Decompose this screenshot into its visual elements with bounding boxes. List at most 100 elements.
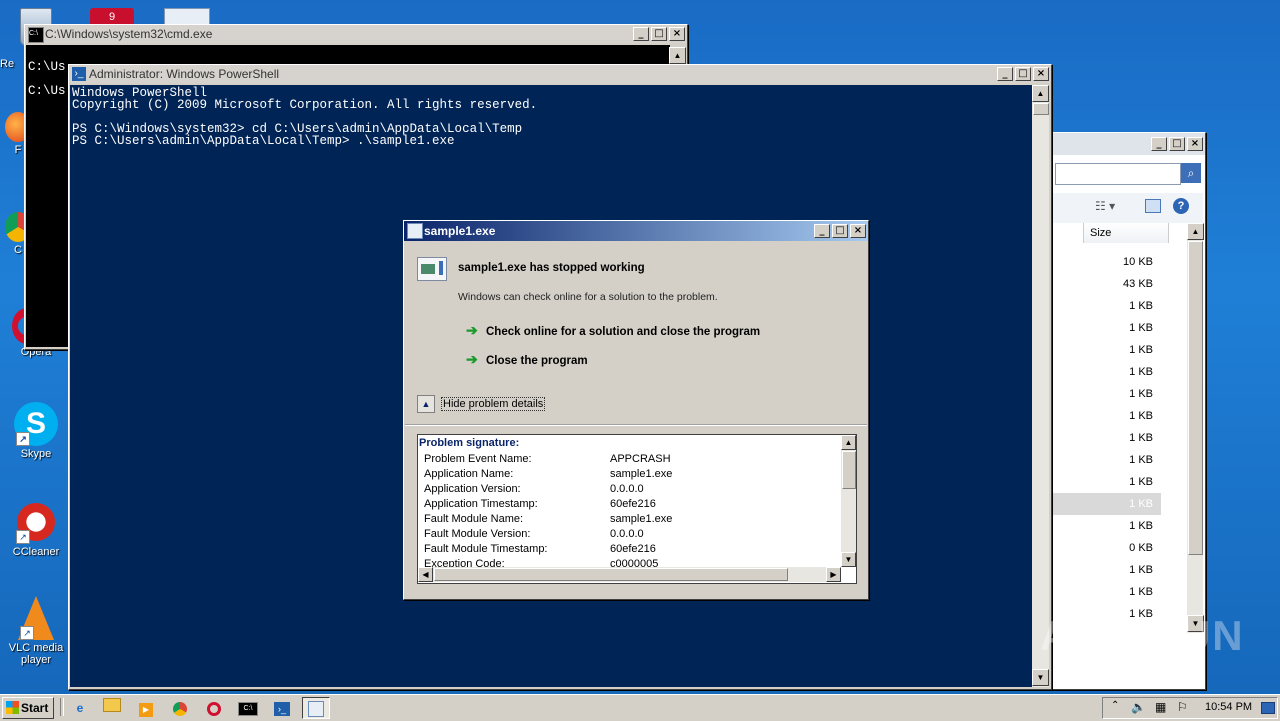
explorer-search-input[interactable]	[1055, 163, 1181, 185]
column-header-size[interactable]: Size	[1083, 223, 1169, 243]
desktop-icon-label: VLC media player	[8, 642, 64, 666]
scroll-up-arrow[interactable]: ▲	[669, 47, 686, 64]
shortcut-arrow-icon: ↗	[16, 432, 30, 446]
scroll-up-arrow[interactable]: ▲	[1032, 85, 1049, 102]
hide-details-link[interactable]: Hide problem details	[441, 397, 546, 411]
signature-value: APPCRASH	[610, 453, 671, 465]
maximize-button[interactable]: □	[832, 224, 848, 238]
view-options-icon[interactable]: ☷ ▾	[1095, 199, 1115, 213]
signature-key: Fault Module Name:	[424, 513, 524, 525]
volume-icon[interactable]: 🔈	[1131, 700, 1146, 714]
file-size-row[interactable]: 1 KB	[1051, 581, 1161, 603]
file-size-row[interactable]: 1 KB	[1051, 405, 1161, 427]
signature-row: Problem Event Name: APPCRASH	[424, 452, 671, 467]
file-size-row[interactable]: 43 KB	[1051, 273, 1161, 295]
search-icon[interactable]: ⌕	[1181, 163, 1201, 183]
collapse-details-button[interactable]: ▲	[417, 395, 435, 413]
show-desktop-icon[interactable]	[1261, 702, 1275, 714]
signature-key: Fault Module Timestamp:	[424, 543, 548, 555]
file-size-row[interactable]: 1 KB	[1051, 471, 1161, 493]
desktop-icon-vlc[interactable]: ↗ VLC media player	[4, 596, 68, 666]
close-button[interactable]: ×	[1187, 137, 1203, 151]
explorer-titlebar[interactable]: _ □ ×	[1051, 133, 1205, 155]
shortcut-arrow-icon: ↗	[16, 530, 30, 544]
close-button[interactable]: ×	[850, 224, 866, 238]
desktop-icon-label: C	[14, 244, 22, 256]
file-size-row[interactable]: 1 KB	[1051, 493, 1161, 515]
explorer-window[interactable]: _ □ × ⌕ ☷ ▾ ? Size 10 KB 43 KB 1 KB 1 KB 1 K…	[1050, 132, 1206, 690]
file-size-row[interactable]: 0 KB	[1051, 537, 1161, 559]
file-size-list: 10 KB 43 KB 1 KB 1 KB 1 KB 1 KB 1 KB 1 KB 1 KB 1 …	[1051, 251, 1187, 631]
powershell-line: Copyright (C) 2009 Microsoft Corporation…	[72, 98, 538, 112]
file-size-row[interactable]: 10 KB	[1051, 251, 1161, 273]
scroll-up-arrow[interactable]: ▲	[841, 435, 856, 450]
scroll-thumb[interactable]	[1188, 241, 1203, 555]
signature-title: Problem signature:	[419, 437, 520, 449]
file-size-row[interactable]: 1 KB	[1051, 295, 1161, 317]
media-player-icon[interactable]: ▶	[132, 697, 160, 719]
file-size-row[interactable]: 1 KB	[1051, 427, 1161, 449]
opera-icon[interactable]	[200, 697, 228, 719]
vlc-icon: ↗	[18, 596, 54, 640]
clock[interactable]: 10:54 PM	[1205, 701, 1252, 713]
problem-details-box[interactable]: Problem signature: Problem Event Name: AP…	[417, 434, 857, 584]
cmd-taskbar-button[interactable]: C:\	[234, 697, 262, 719]
chrome-icon[interactable]	[166, 697, 194, 719]
powershell-scrollbar[interactable]: ▲ ▼	[1032, 85, 1049, 687]
tray-expand-icon[interactable]: ⌃	[1111, 700, 1119, 711]
windows-logo-icon	[6, 701, 19, 714]
scroll-right-arrow[interactable]: ▶	[826, 567, 841, 582]
desktop-icon-ccleaner[interactable]: ↗ CCleaner	[4, 500, 68, 558]
ie-icon[interactable]: e	[66, 697, 94, 719]
dialog-titlebar[interactable]: sample1.exe _ □ ×	[404, 221, 868, 241]
scroll-up-arrow[interactable]: ▲	[1187, 223, 1204, 240]
scroll-left-arrow[interactable]: ◀	[418, 567, 433, 582]
system-tray: ⌃ 🔈 ▦ ⚐ 10:54 PM	[1102, 697, 1278, 719]
powershell-taskbar-button[interactable]: ›_	[268, 697, 296, 719]
explorer-scrollbar[interactable]: ▲ ▼	[1187, 223, 1204, 633]
minimize-button[interactable]: _	[633, 27, 649, 41]
file-size-row[interactable]: 1 KB	[1051, 361, 1161, 383]
powershell-titlebar[interactable]: ›_ Administrator: Windows PowerShell _ □…	[69, 65, 1051, 83]
maximize-button[interactable]: □	[1169, 137, 1185, 151]
file-size-row[interactable]: 1 KB	[1051, 317, 1161, 339]
close-button[interactable]: ×	[1033, 67, 1049, 81]
crash-dialog[interactable]: sample1.exe _ □ × sample1.exe has stoppe…	[403, 220, 869, 600]
file-size-row[interactable]: 1 KB	[1051, 515, 1161, 537]
signature-value: sample1.exe	[610, 513, 673, 525]
cmd-titlebar[interactable]: C:\ C:\Windows\system32\cmd.exe _ □ ×	[25, 25, 687, 43]
maximize-button[interactable]: □	[1015, 67, 1031, 81]
preview-pane-icon[interactable]	[1145, 199, 1161, 213]
scroll-thumb[interactable]	[1033, 103, 1049, 115]
file-size-row[interactable]: 1 KB	[1051, 559, 1161, 581]
desktop-icon-re[interactable]: Re	[0, 58, 24, 70]
file-size-row[interactable]: 1 KB	[1051, 383, 1161, 405]
error-report-taskbar-button[interactable]	[302, 697, 330, 719]
minimize-button[interactable]: _	[1151, 137, 1167, 151]
check-online-option[interactable]: ➔ Check online for a solution and close t…	[466, 323, 760, 338]
signature-key: Application Version:	[424, 483, 521, 495]
details-vscroll[interactable]: ▲ ▼	[841, 435, 856, 567]
network-icon[interactable]: ▦	[1155, 700, 1166, 714]
details-hscroll[interactable]: ◀ ▶	[418, 567, 841, 582]
minimize-button[interactable]: _	[997, 67, 1013, 81]
option-label: Close the program	[486, 355, 588, 367]
action-center-flag-icon[interactable]: ⚐	[1177, 700, 1188, 714]
dialog-body: sample1.exe has stopped working Windows …	[405, 241, 867, 598]
help-icon[interactable]: ?	[1173, 198, 1189, 214]
file-size-row[interactable]: 1 KB	[1051, 339, 1161, 361]
scroll-thumb[interactable]	[434, 568, 788, 581]
desktop-icon-label: CCleaner	[12, 546, 60, 558]
scroll-down-arrow[interactable]: ▼	[1032, 669, 1049, 686]
start-button[interactable]: Start	[2, 697, 54, 719]
file-size-row[interactable]: 1 KB	[1051, 449, 1161, 471]
close-button[interactable]: ×	[669, 27, 685, 41]
scroll-thumb[interactable]	[842, 451, 856, 489]
desktop-icon-label: Skype	[20, 448, 52, 460]
scroll-down-arrow[interactable]: ▼	[841, 552, 856, 567]
maximize-button[interactable]: □	[651, 27, 667, 41]
desktop-icon-skype[interactable]: S ↗ Skype	[4, 402, 68, 460]
explorer-icon[interactable]	[98, 697, 126, 719]
close-program-option[interactable]: ➔ Close the program	[466, 352, 588, 367]
minimize-button[interactable]: _	[814, 224, 830, 238]
